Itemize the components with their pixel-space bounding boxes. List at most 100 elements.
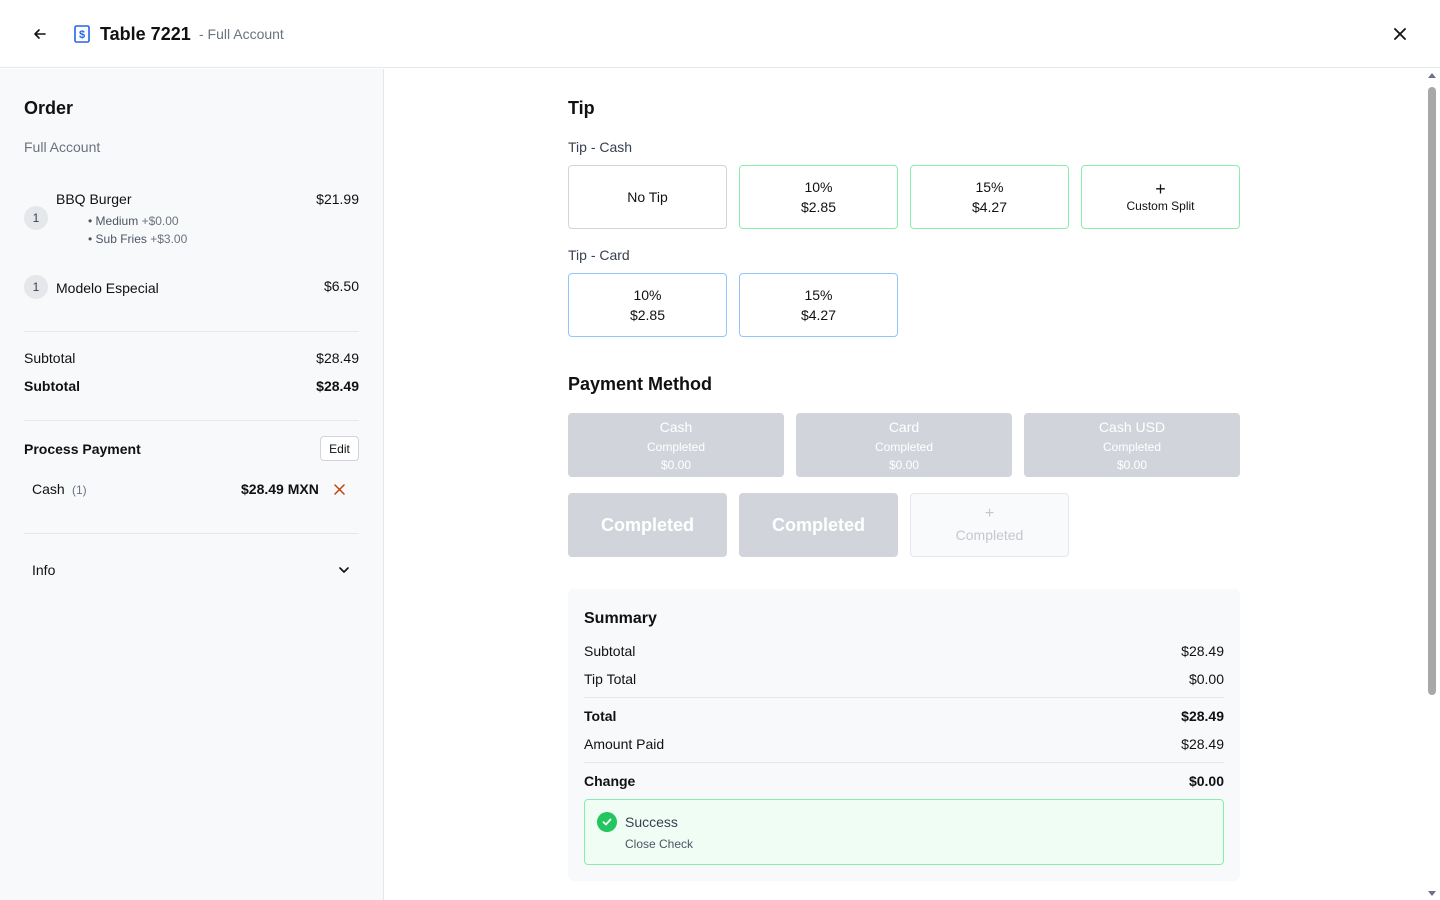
- tip-amount: $4.27: [971, 199, 1008, 215]
- tip-cash-label: Tip - Cash: [568, 139, 633, 155]
- method-name: Cash: [659, 418, 693, 435]
- page-subtitle: - Full Account: [199, 26, 284, 42]
- payment-method-title: Payment Method: [568, 374, 713, 394]
- subtotal-label: Subtotal: [24, 350, 76, 366]
- summary-label: Change: [584, 773, 636, 789]
- tip-percent: 10%: [633, 287, 662, 303]
- remove-payment-button[interactable]: [332, 481, 346, 498]
- tip-amount: $2.85: [800, 199, 837, 215]
- modifier-price: +$0.00: [141, 214, 179, 228]
- custom-split-label: Custom Split: [1126, 199, 1195, 213]
- item-modifier: • Medium +$0.00: [88, 214, 179, 228]
- divider: [584, 697, 1224, 698]
- process-payment-title: Process Payment: [24, 441, 141, 457]
- tip-card-label: Tip - Card: [568, 247, 630, 263]
- info-label: Info: [32, 562, 56, 578]
- divider: [24, 533, 359, 534]
- arrow-left-icon: [34, 29, 46, 39]
- tip-amount: $4.27: [800, 307, 837, 323]
- close-icon: [333, 484, 345, 495]
- summary-value: $0.00: [1188, 773, 1224, 789]
- tip-title: Tip: [568, 98, 595, 118]
- order-title: Order: [24, 98, 74, 118]
- method-name: Cash USD: [1098, 418, 1166, 435]
- item-modifier: • Sub Fries +$3.00: [88, 232, 187, 246]
- payment-count: (1): [72, 483, 87, 497]
- payment-method-card-button[interactable]: Card Completed $0.00: [796, 413, 1012, 477]
- tip-card-15-button[interactable]: 15% $4.27: [739, 273, 898, 337]
- summary-title: Summary: [584, 610, 657, 627]
- header: $ Table 7221 - Full Account: [0, 0, 1440, 68]
- add-payment-label: Completed: [955, 527, 1024, 543]
- chevron-down-icon: [339, 567, 349, 573]
- close-check-label: Close Check: [625, 837, 694, 851]
- summary-value: $28.49: [1181, 708, 1224, 724]
- method-status: Completed: [874, 439, 934, 454]
- order-panel: Order Full Account 1 BBQ Burger $21.99 •…: [0, 69, 384, 900]
- method-status: Completed: [1102, 439, 1162, 454]
- scroll-up-arrow-icon[interactable]: [1428, 73, 1436, 78]
- quantity-badge: 1: [24, 206, 48, 230]
- tip-cash-15-button[interactable]: 15% $4.27: [910, 165, 1069, 229]
- summary-value: $28.49: [1181, 736, 1224, 752]
- no-tip-cash-button[interactable]: No Tip: [568, 165, 727, 229]
- subtotal-value: $28.49: [316, 350, 359, 366]
- tip-amount: $2.85: [629, 307, 666, 323]
- tip-card-10-button[interactable]: 10% $2.85: [568, 273, 727, 337]
- scrollbar[interactable]: [1425, 69, 1440, 900]
- scrollbar-thumb[interactable]: [1428, 87, 1436, 695]
- back-button[interactable]: [28, 22, 52, 46]
- svg-text:$: $: [79, 29, 85, 41]
- plus-icon: +: [1155, 179, 1166, 199]
- summary-label: Tip Total: [584, 671, 637, 687]
- quantity-badge: 1: [24, 275, 48, 299]
- modifier-name: • Medium: [88, 214, 139, 228]
- payment-method-cash-button[interactable]: Cash Completed $0.00: [568, 413, 784, 477]
- plus-icon: +: [984, 505, 995, 522]
- subtotal-label: Subtotal: [24, 378, 80, 394]
- payment-method-label: Cash: [32, 481, 65, 497]
- page-title: Table 7221: [100, 24, 191, 44]
- add-payment-method-button[interactable]: + Completed: [910, 493, 1069, 557]
- success-title: Success: [625, 814, 678, 830]
- summary-label: Amount Paid: [584, 736, 665, 752]
- method-amount: $0.00: [1116, 457, 1148, 472]
- tip-percent: 15%: [804, 287, 833, 303]
- close-button[interactable]: [1388, 22, 1412, 46]
- summary-label: Subtotal: [584, 643, 636, 659]
- summary-card: Summary Subtotal $28.49 Tip Total $0.00 …: [568, 589, 1240, 881]
- divider: [584, 762, 1224, 763]
- modifier-price: +$3.00: [150, 232, 188, 246]
- item-price: $6.50: [323, 278, 359, 294]
- item-price: $21.99: [316, 191, 359, 207]
- scroll-down-arrow-icon[interactable]: [1428, 891, 1436, 896]
- payment-amount: $28.49 MXN: [241, 481, 319, 497]
- close-check-button[interactable]: Success Close Check: [584, 799, 1224, 865]
- order-item[interactable]: 1 BBQ Burger $21.99 • Medium +$0.00 • Su…: [24, 189, 359, 249]
- dollar-bill-icon: $: [74, 25, 90, 43]
- tip-cash-10-button[interactable]: 10% $2.85: [739, 165, 898, 229]
- item-name: BBQ Burger: [56, 191, 132, 207]
- method-amount: $0.00: [660, 457, 692, 472]
- method-amount: $0.00: [888, 457, 920, 472]
- info-accordion[interactable]: Info: [24, 549, 359, 589]
- payment-method-cash-usd-button[interactable]: Cash USD Completed $0.00: [1024, 413, 1240, 477]
- summary-value: $0.00: [1188, 671, 1224, 687]
- custom-split-button[interactable]: + Custom Split: [1081, 165, 1240, 229]
- summary-value: $28.49: [1181, 643, 1224, 659]
- completed-button[interactable]: Completed: [739, 493, 898, 557]
- item-name: Modelo Especial: [56, 280, 159, 296]
- check-circle-icon: [597, 812, 617, 832]
- close-icon: [1394, 28, 1406, 40]
- payment-line: Cash (1) $28.49 MXN: [32, 481, 352, 498]
- order-account: Full Account: [24, 139, 101, 155]
- subtotal-value: $28.49: [316, 378, 359, 394]
- divider: [24, 331, 359, 332]
- order-item[interactable]: 1 Modelo Especial $6.50: [24, 275, 359, 299]
- edit-payment-button[interactable]: Edit: [320, 436, 359, 461]
- divider: [24, 420, 359, 421]
- tip-percent: 10%: [804, 179, 833, 195]
- method-status: Completed: [646, 439, 706, 454]
- completed-button[interactable]: Completed: [568, 493, 727, 557]
- tip-option-label: No Tip: [627, 189, 668, 205]
